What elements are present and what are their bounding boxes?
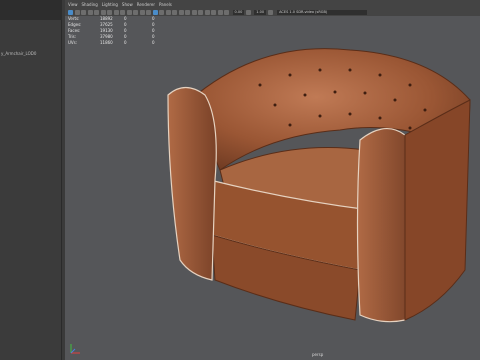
camera-attributes-icon[interactable]: [74, 9, 80, 15]
ambient-occlusion-icon[interactable]: [172, 9, 177, 15]
menu-show[interactable]: Show: [122, 2, 133, 7]
hud-value: 11860: [100, 40, 113, 45]
viewport-menubar: View Shading Lighting Show Renderer Pane…: [65, 0, 480, 8]
gamma-icon[interactable]: [245, 9, 251, 15]
hud-value: 0: [124, 40, 127, 45]
exposure-field[interactable]: 0.00: [232, 9, 245, 15]
grid-icon[interactable]: [94, 9, 99, 15]
motion-blur-icon[interactable]: [178, 9, 184, 15]
color-management-icon[interactable]: [267, 9, 273, 15]
field-chart-icon[interactable]: [120, 9, 125, 15]
menu-lighting[interactable]: Lighting: [102, 2, 118, 7]
film-gate-icon[interactable]: [100, 9, 106, 15]
menu-renderer[interactable]: Renderer: [137, 2, 155, 7]
view-transform-dropdown[interactable]: ACES 1.0 SDR-video (sRGB): [277, 9, 368, 15]
wireframe-icon[interactable]: [139, 9, 145, 15]
safe-title-icon[interactable]: [133, 9, 138, 15]
bookmarks-icon[interactable]: [81, 9, 86, 15]
menu-shading[interactable]: Shading: [82, 2, 98, 7]
outliner-item[interactable]: y_Armchair_LOD0: [1, 51, 36, 56]
resolution-gate-icon[interactable]: [107, 9, 112, 15]
backface-icon[interactable]: [217, 9, 223, 15]
menu-view[interactable]: View: [68, 2, 78, 7]
right-armrest: [356, 128, 414, 323]
textured-icon[interactable]: [152, 9, 158, 15]
viewport-toolbar: 0.00 1.00 ACES 1.0 SDR-video (sRGB): [65, 8, 480, 16]
select-camera-icon[interactable]: [68, 9, 73, 15]
gamma-field[interactable]: 1.00: [254, 9, 267, 15]
safe-action-icon[interactable]: [126, 9, 132, 15]
left-armrest: [167, 86, 217, 281]
camera-name-label: persp: [312, 352, 324, 357]
armchair-model[interactable]: [150, 40, 480, 340]
depth-of-field-icon[interactable]: [191, 9, 197, 15]
anti-aliasing-icon[interactable]: [185, 9, 190, 15]
xray-icon[interactable]: [204, 9, 210, 15]
image-plane-icon[interactable]: [87, 9, 93, 15]
outliner-panel[interactable]: y_Armchair_LOD0: [0, 20, 62, 360]
top-strip: [0, 0, 62, 20]
isolate-select-icon[interactable]: [198, 9, 203, 15]
xray-joints-icon[interactable]: [211, 9, 216, 15]
smooth-shade-icon[interactable]: [146, 9, 151, 15]
hud-label: UVs:: [68, 40, 78, 45]
gate-mask-icon[interactable]: [113, 9, 119, 15]
axis-gizmo-icon: [70, 344, 80, 354]
exposure-icon[interactable]: [224, 9, 229, 15]
menu-panels[interactable]: Panels: [159, 2, 172, 7]
lights-icon[interactable]: [159, 9, 164, 15]
chair-side: [404, 99, 471, 321]
shadows-icon[interactable]: [165, 9, 171, 15]
